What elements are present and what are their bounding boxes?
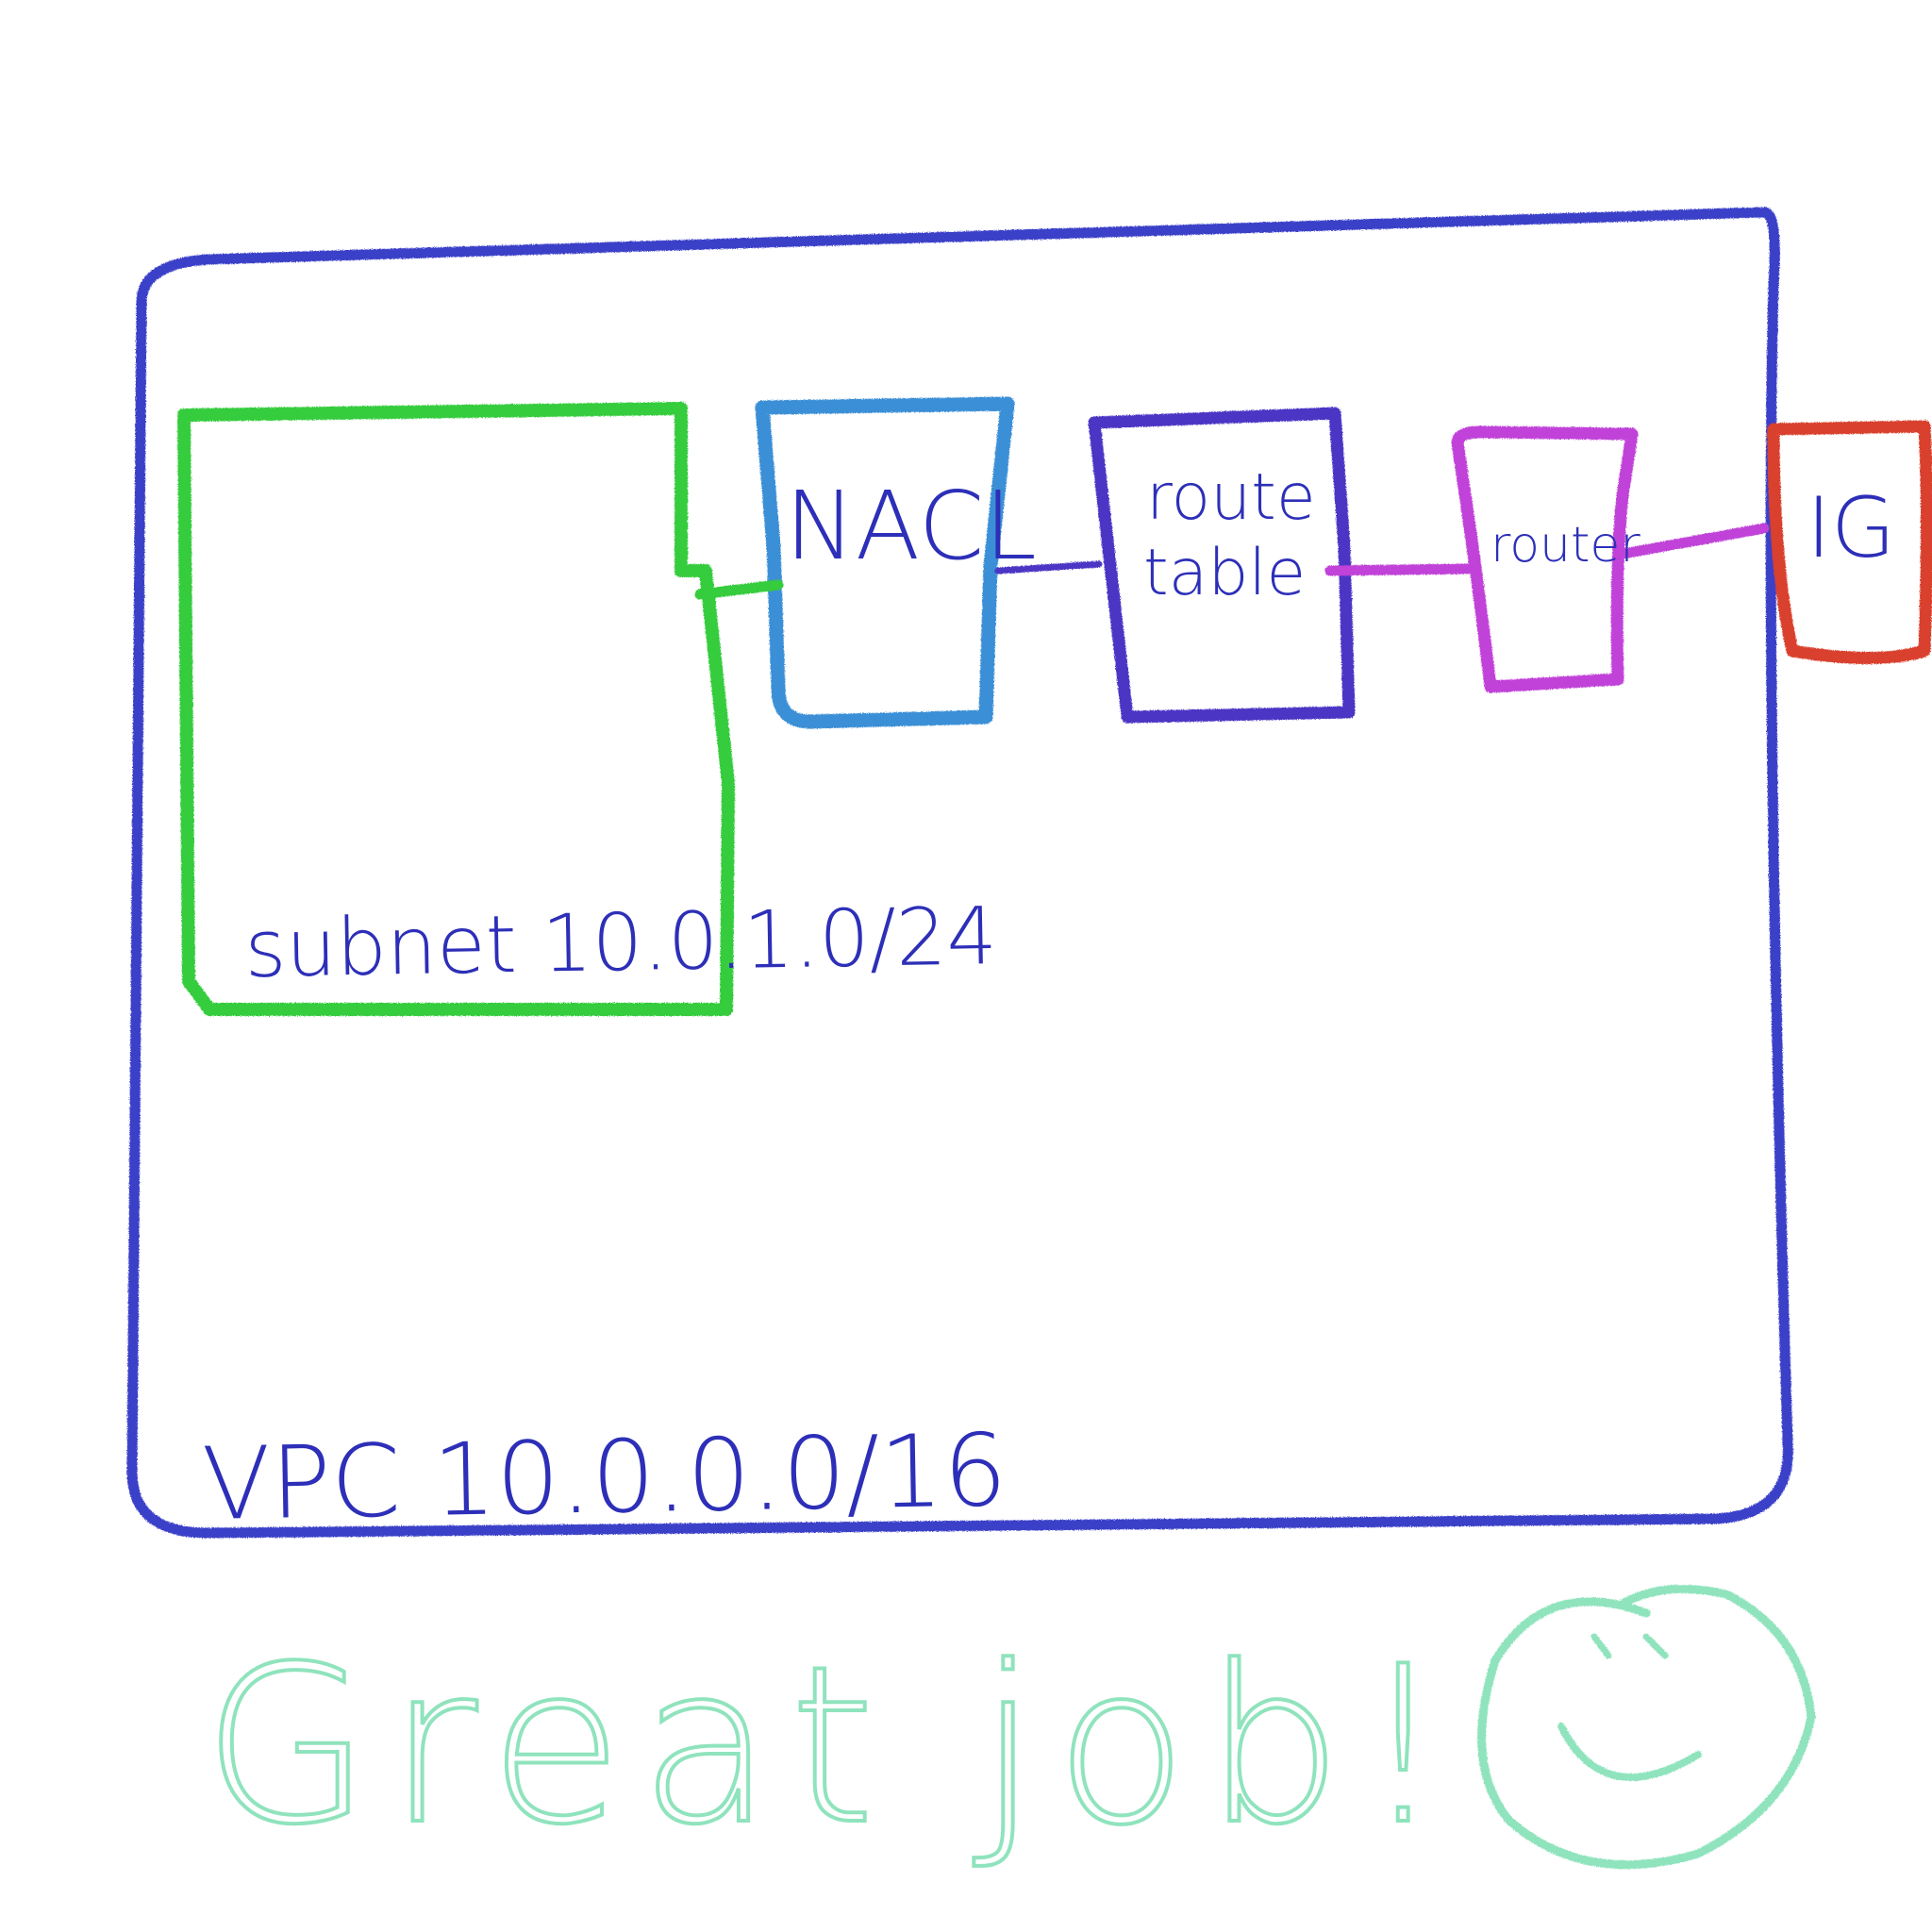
smiley-face-icon [1477, 1584, 1816, 1870]
router-label: router [1491, 517, 1641, 574]
nacl-label: NACL [785, 471, 1037, 581]
vpc-network-sketch: VPC 10.0.0.0/16 subnet 10.0.1.0/24 NACL … [126, 207, 1932, 1874]
footer-text: Great job! [203, 1621, 1463, 1873]
connector-routetable-router [1324, 563, 1473, 576]
route-table-label-line1: route [1146, 460, 1316, 535]
route-table-label-line2: table [1143, 536, 1306, 610]
subnet-label: subnet 10.0.1.0/24 [244, 890, 998, 995]
igw-label: IG [1807, 479, 1895, 576]
vpc-label: VPC 10.0.0.0/16 [201, 1412, 1008, 1542]
